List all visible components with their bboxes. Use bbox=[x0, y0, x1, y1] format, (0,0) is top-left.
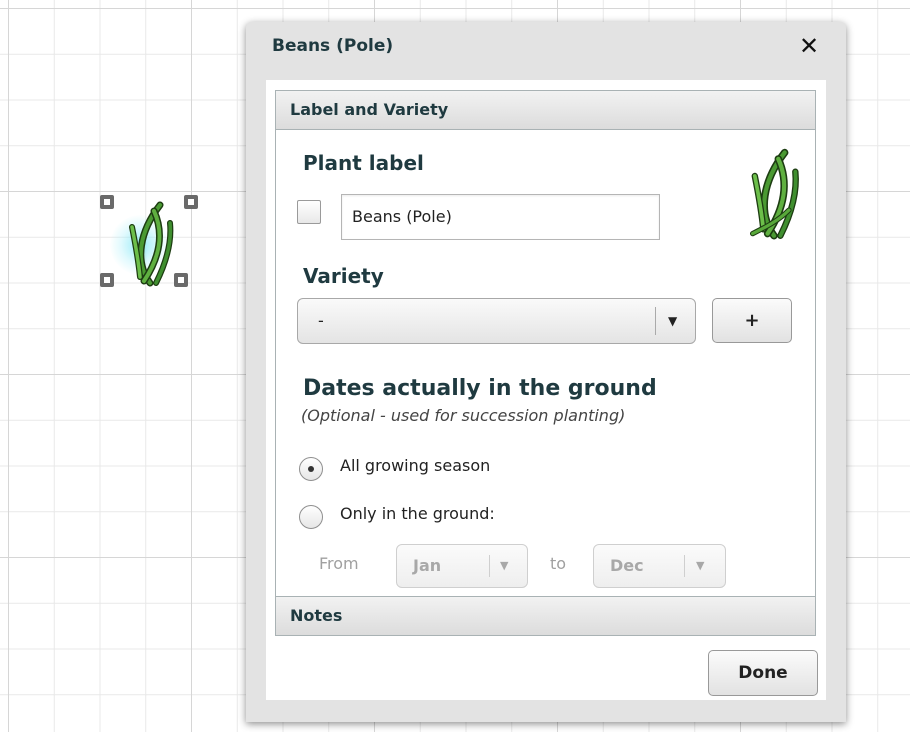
radio-selected-dot bbox=[308, 466, 314, 472]
all-growing-season-label[interactable]: All growing season bbox=[340, 456, 490, 475]
chevron-down-icon: ▼ bbox=[668, 314, 678, 328]
add-variety-button[interactable]: + bbox=[712, 298, 792, 343]
from-month-select[interactable]: Jan ▼ bbox=[396, 544, 528, 588]
from-label: From bbox=[319, 554, 359, 573]
from-month-value: Jan bbox=[413, 556, 442, 575]
select-divider bbox=[684, 555, 685, 577]
variety-select[interactable]: - ▼ bbox=[297, 298, 696, 344]
resize-handle-top-right[interactable] bbox=[184, 195, 198, 209]
select-divider bbox=[655, 307, 656, 335]
plant-dialog: Beans (Pole) ✕ Label and Variety Plant l… bbox=[246, 22, 846, 722]
chevron-down-icon: ▼ bbox=[500, 559, 509, 572]
to-month-value: Dec bbox=[610, 556, 644, 575]
variety-heading: Variety bbox=[303, 264, 384, 288]
variety-selected-value: - bbox=[318, 311, 324, 330]
to-month-select[interactable]: Dec ▼ bbox=[593, 544, 726, 588]
section-header-notes[interactable]: Notes bbox=[275, 596, 816, 636]
dialog-title: Beans (Pole) bbox=[272, 36, 394, 56]
dialog-body: Label and Variety Plant label Beans (Pol… bbox=[266, 80, 826, 700]
plant-label-checkbox[interactable] bbox=[297, 200, 321, 224]
dates-subnote: (Optional - used for succession planting… bbox=[301, 406, 626, 425]
resize-handle-top-left[interactable] bbox=[100, 195, 114, 209]
bean-plant-icon bbox=[750, 148, 799, 240]
label-and-variety-panel: Plant label Beans (Pole) Variety - ▼ + D… bbox=[275, 130, 816, 596]
select-divider bbox=[489, 555, 490, 577]
plant-label-input[interactable]: Beans (Pole) bbox=[341, 194, 660, 240]
resize-handle-bottom-right[interactable] bbox=[174, 273, 188, 287]
only-in-ground-label[interactable]: Only in the ground: bbox=[340, 504, 495, 523]
radio-only-in-ground[interactable] bbox=[299, 505, 323, 529]
plant-label-heading: Plant label bbox=[303, 151, 424, 175]
selected-plant[interactable] bbox=[100, 193, 198, 291]
dates-heading: Dates actually in the ground bbox=[303, 376, 657, 401]
radio-all-growing-season[interactable] bbox=[299, 457, 323, 481]
resize-handle-bottom-left[interactable] bbox=[100, 273, 114, 287]
chevron-down-icon: ▼ bbox=[696, 559, 705, 572]
section-header-label-and-variety[interactable]: Label and Variety bbox=[275, 90, 816, 130]
close-icon[interactable]: ✕ bbox=[799, 32, 819, 60]
bean-plant-icon bbox=[129, 201, 174, 287]
to-label: to bbox=[550, 554, 567, 573]
done-button[interactable]: Done bbox=[708, 650, 818, 696]
